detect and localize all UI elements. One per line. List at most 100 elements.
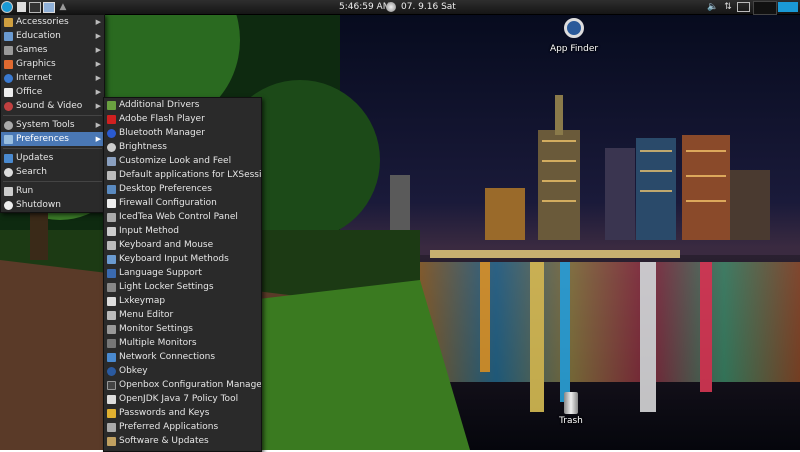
lubuntu-logo-icon — [1, 1, 13, 13]
shutdown-icon — [4, 201, 13, 210]
menu-item-label: Run — [16, 186, 34, 196]
language-icon — [107, 269, 116, 278]
menu-item-software-and-updates[interactable]: Software & Updates — [104, 434, 261, 448]
menu-item-label: Office — [16, 87, 43, 97]
menu-item-multiple-monitors[interactable]: Multiple Monitors — [104, 336, 261, 350]
battery-icon[interactable] — [736, 1, 750, 13]
chevron-right-icon: ▶ — [95, 60, 101, 68]
menu-item-label: Graphics — [16, 59, 56, 69]
menu-item-network-connections[interactable]: Network Connections — [104, 350, 261, 364]
menu-item-customize-look[interactable]: Customize Look and Feel — [104, 154, 261, 168]
monitors-icon — [107, 339, 116, 348]
menu-item-label: Desktop Preferences — [119, 184, 212, 194]
menu-separator — [3, 181, 102, 182]
chevron-right-icon: ▶ — [95, 32, 101, 40]
menu-item-brightness[interactable]: Brightness — [104, 140, 261, 154]
menu-item-label: Education — [16, 31, 61, 41]
file-manager-launcher[interactable] — [14, 0, 28, 14]
menu-item-label: Monitor Settings — [119, 324, 193, 334]
menu-item-label: Lxkeymap — [119, 296, 166, 306]
preferences-submenu: Additional Drivers Adobe Flash Player Bl… — [103, 97, 262, 452]
menu-item-preferred-applications[interactable]: Preferred Applications — [104, 420, 261, 434]
menu-item-openbox-configuration[interactable]: Openbox Configuration Manager — [104, 378, 261, 392]
menu-item-adobe-flash-player[interactable]: Adobe Flash Player — [104, 112, 261, 126]
workspace-indicator[interactable] — [778, 2, 798, 12]
menu-item-additional-drivers[interactable]: Additional Drivers — [104, 98, 261, 112]
openbox-icon — [107, 381, 116, 390]
menu-item-keyboard-and-mouse[interactable]: Keyboard and Mouse — [104, 238, 261, 252]
menu-item-graphics[interactable]: Graphics ▶ — [1, 57, 104, 71]
date-display[interactable]: 07. 9.16 Sat — [401, 0, 456, 14]
menu-separator — [3, 115, 102, 116]
menu-item-keyboard-input-methods[interactable]: Keyboard Input Methods — [104, 252, 261, 266]
desktop-icon — [107, 185, 116, 194]
menu-item-light-locker-settings[interactable]: Light Locker Settings — [104, 280, 261, 294]
show-desktop-button[interactable] — [42, 0, 56, 14]
menu-item-shutdown[interactable]: Shutdown — [1, 198, 104, 212]
network-arrows-icon[interactable]: ⇅ — [722, 1, 734, 13]
menu-item-desktop-preferences[interactable]: Desktop Preferences — [104, 182, 261, 196]
clock[interactable]: 5:46:59 AM — [339, 0, 390, 14]
chevron-right-icon: ▶ — [95, 121, 101, 129]
menu-item-sound-video[interactable]: Sound & Video ▶ — [1, 99, 104, 113]
menu-item-openjdk-policy-tool[interactable]: OpenJDK Java 7 Policy Tool — [104, 392, 261, 406]
chevron-right-icon: ▶ — [95, 18, 101, 26]
app-finder-shortcut[interactable]: App Finder — [548, 18, 600, 54]
preferred-apps-icon — [107, 423, 116, 432]
menu-item-office[interactable]: Office ▶ — [1, 85, 104, 99]
drivers-icon — [107, 101, 116, 110]
menu-launcher-button[interactable] — [0, 0, 14, 14]
menu-item-label: Shutdown — [16, 200, 61, 210]
menu-item-label: System Tools — [16, 120, 75, 130]
menu-item-lxkeymap[interactable]: Lxkeymap — [104, 294, 261, 308]
menu-item-label: Obkey — [119, 366, 148, 376]
chevron-right-icon: ▶ — [95, 135, 101, 143]
menu-item-label: Customize Look and Feel — [119, 156, 232, 166]
menu-item-search[interactable]: Search — [1, 165, 104, 179]
menu-item-monitor-settings[interactable]: Monitor Settings — [104, 322, 261, 336]
top-panel: ▲ — [0, 0, 800, 15]
menu-item-label: Bluetooth Manager — [119, 128, 206, 138]
menu-item-education[interactable]: Education ▶ — [1, 29, 104, 43]
cpu-monitor-icon[interactable] — [753, 1, 777, 15]
terminal-launcher[interactable] — [28, 0, 42, 14]
network-icon — [107, 353, 116, 362]
menu-item-label: Internet — [16, 73, 52, 83]
menu-item-menu-editor[interactable]: Menu Editor — [104, 308, 261, 322]
menu-item-label: Brightness — [119, 142, 167, 152]
menu-item-preferences[interactable]: Preferences ▶ — [1, 132, 104, 146]
search-icon — [4, 168, 13, 177]
input-method-icon — [107, 227, 116, 236]
menu-item-updates[interactable]: Updates — [1, 151, 104, 165]
trash-shortcut[interactable]: Trash — [554, 392, 588, 426]
menu-item-label: Passwords and Keys — [119, 408, 210, 418]
up-arrow-button[interactable]: ▲ — [56, 0, 70, 14]
monitor-icon — [107, 325, 116, 334]
menu-item-default-applications[interactable]: Default applications for LXSession — [104, 168, 261, 182]
lock-icon — [107, 283, 116, 292]
menu-item-obkey[interactable]: Obkey — [104, 364, 261, 378]
updates-icon — [4, 154, 13, 163]
menu-editor-icon — [107, 311, 116, 320]
files-icon — [16, 2, 26, 12]
accessories-icon — [4, 18, 13, 27]
menu-item-accessories[interactable]: Accessories ▶ — [1, 15, 104, 29]
menu-item-bluetooth-manager[interactable]: Bluetooth Manager — [104, 126, 261, 140]
menu-item-firewall-configuration[interactable]: Firewall Configuration — [104, 196, 261, 210]
menu-item-input-method[interactable]: Input Method — [104, 224, 261, 238]
calendar-icon — [386, 2, 396, 12]
menu-item-language-support[interactable]: Language Support — [104, 266, 261, 280]
menu-item-internet[interactable]: Internet ▶ — [1, 71, 104, 85]
menu-item-icedtea-control-panel[interactable]: IcedTea Web Control Panel — [104, 210, 261, 224]
menu-item-system-tools[interactable]: System Tools ▶ — [1, 118, 104, 132]
magnifier-icon — [564, 18, 584, 38]
menu-item-label: Language Support — [119, 268, 202, 278]
obkey-icon — [107, 367, 116, 376]
menu-item-run[interactable]: Run — [1, 184, 104, 198]
menu-item-passwords-and-keys[interactable]: Passwords and Keys — [104, 406, 261, 420]
menu-item-games[interactable]: Games ▶ — [1, 43, 104, 57]
volume-icon[interactable]: 🔈 — [707, 1, 719, 13]
system-tools-icon — [4, 121, 13, 130]
chevron-right-icon: ▶ — [95, 46, 101, 54]
education-icon — [4, 32, 13, 41]
